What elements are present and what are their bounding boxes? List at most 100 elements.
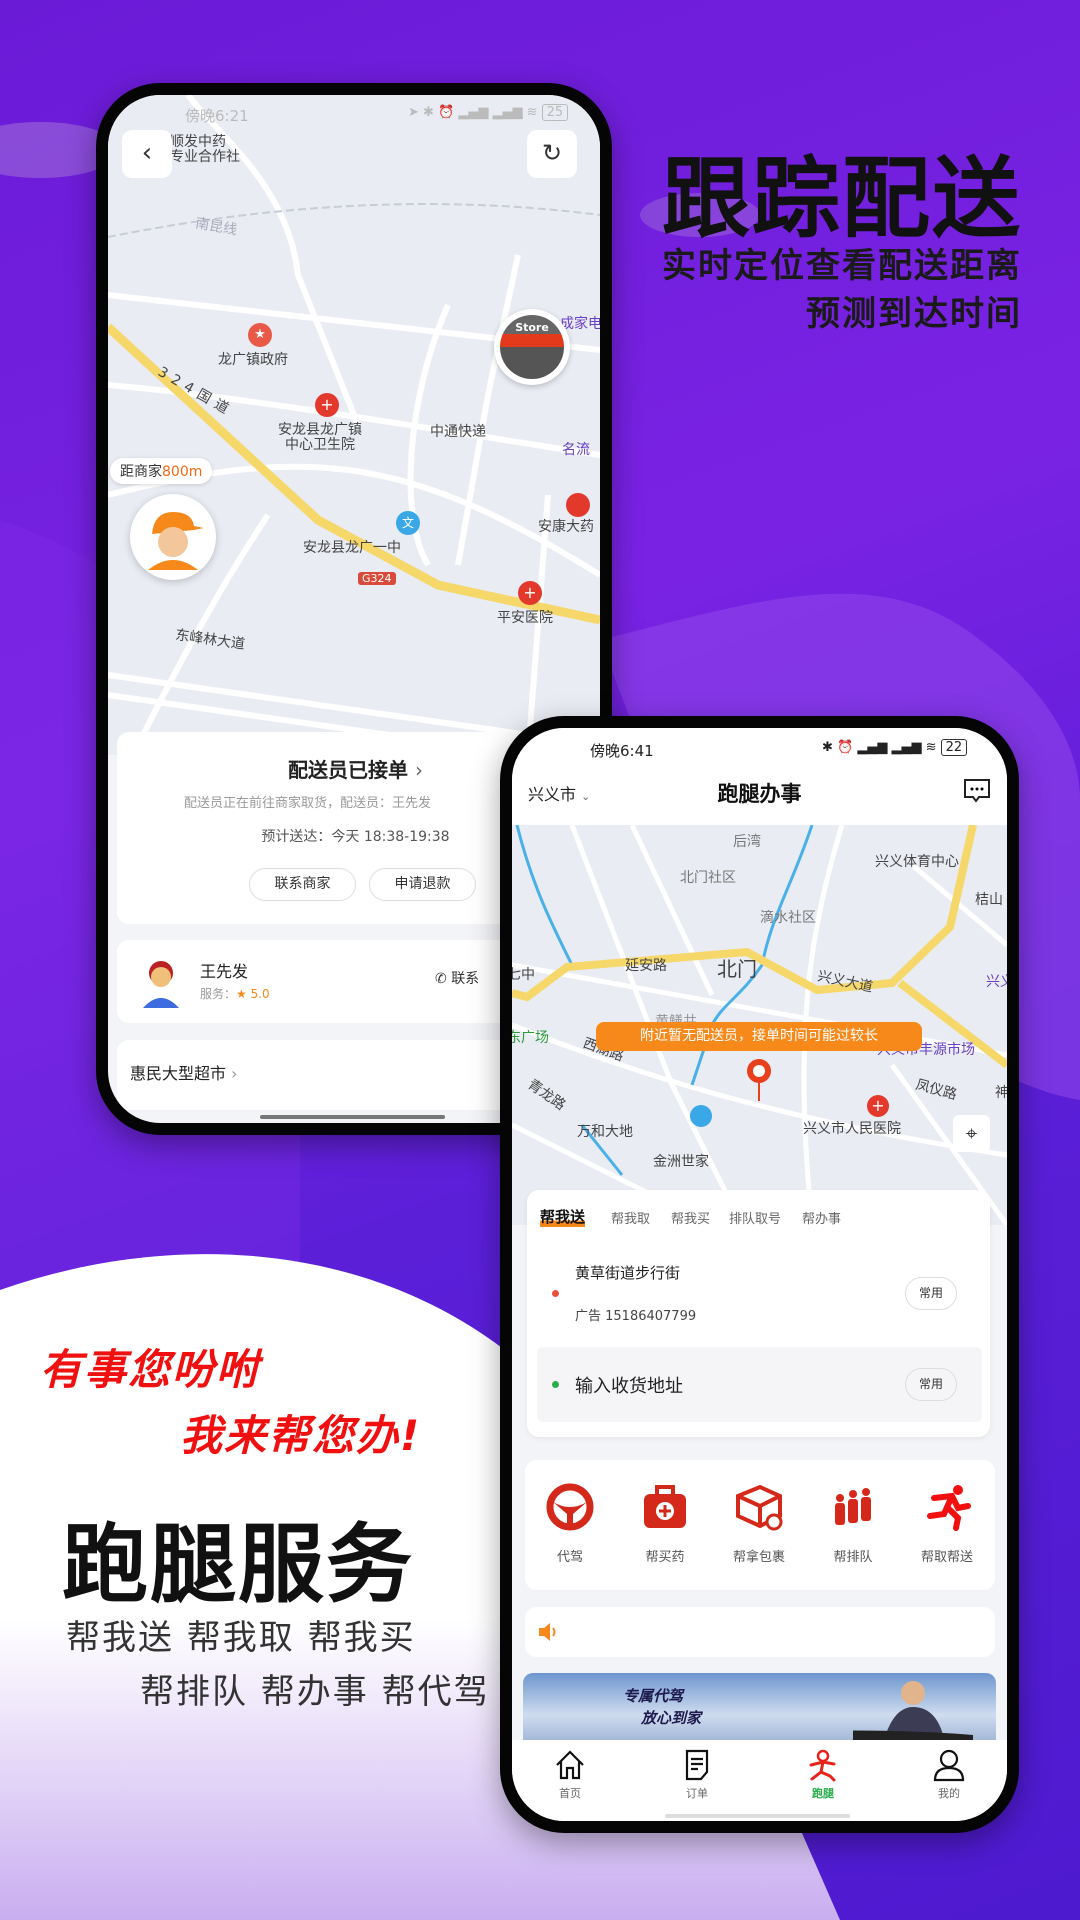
contact-rider-label: 联系 (451, 971, 480, 987)
service-title: 跑腿服务 (62, 1515, 414, 1615)
dropoff-dot (552, 1381, 559, 1388)
chevron-left-icon: ‹ (141, 138, 153, 168)
refresh-button[interactable]: ↻ (527, 130, 577, 178)
map-label: 安龙县龙广镇 中心卫生院 (278, 422, 362, 454)
map-label: 平安医院 (497, 610, 553, 626)
tab-profile[interactable]: 我的 (909, 1748, 989, 1801)
distance-value: 800m (162, 464, 203, 480)
user-icon (933, 1749, 965, 1782)
map-label: 名流 (562, 442, 590, 458)
map-label: 桔山 (975, 892, 1003, 908)
contact-merchant-button[interactable]: 联系商家 (249, 868, 356, 901)
location-pin-icon (747, 1059, 771, 1101)
phone-errand: 傍晚6:41 ✱ ⏰ ▂▄▆ ▂▄▆ ≋ 22 兴义市 ⌄ 跑腿办事 后湾 北门… (500, 716, 1019, 1833)
map-label: 安康大药 (538, 519, 594, 535)
service-label: 帮买药 (645, 1550, 685, 1565)
pickup-address[interactable]: 黄草街道步行街 (575, 1262, 680, 1283)
order-form-card: 帮我送 帮我取 帮我买 排队取号 帮办事 黄草街道步行街 广告 15186407… (527, 1190, 990, 1437)
tab-home[interactable]: 首页 (530, 1748, 610, 1801)
runner-icon (809, 1749, 836, 1782)
service-queue[interactable]: 帮排队 (808, 1482, 898, 1565)
map-label: 后湾 (733, 834, 761, 850)
hospital-pin-icon[interactable]: + (315, 393, 339, 417)
service-pick-deliver[interactable]: 帮取帮送 (902, 1482, 992, 1565)
distance-bubble: 距商家800m (110, 458, 213, 484)
pickup-dot (552, 1290, 559, 1297)
distance-label: 距商家 (120, 464, 162, 480)
pickup-contact: 广告 15186407799 (575, 1309, 697, 1324)
refund-button[interactable]: 申请退款 (369, 868, 476, 901)
contact-rider-button[interactable]: ✆ 联系 (435, 968, 479, 988)
ad-line-1: 专属代驾 (623, 1687, 684, 1705)
rating-label: 服务： (200, 987, 237, 1001)
crosshair-icon: ⌖ (965, 1121, 978, 1145)
tab-label: 订单 (686, 1787, 708, 1800)
locate-button[interactable]: ⌖ (953, 1115, 990, 1152)
residence-pin-icon[interactable] (690, 1105, 712, 1127)
tracking-map[interactable]: 傍晚6:21 ➤ ✱ ⏰ ▂▄▆ ▂▄▆ ≋ 25 顺发中药 专业合作社 南昆线… (108, 95, 600, 755)
service-driving[interactable]: 代驾 (525, 1482, 615, 1565)
ad-banner[interactable]: 专属代驾 放心到家 (523, 1673, 996, 1743)
store-icon: Store (500, 315, 564, 379)
home-icon (556, 1750, 584, 1780)
tab-pickup[interactable]: 帮我取 (611, 1208, 650, 1227)
tab-send[interactable]: 帮我送 (540, 1206, 586, 1227)
runner-icon (927, 1485, 971, 1531)
home-indicator (260, 1115, 445, 1119)
battery-indicator: 25 (541, 104, 569, 121)
map-label: 滴水社区 (760, 910, 816, 926)
order-status-title-text: 配送员已接单 (288, 758, 409, 782)
tab-orders[interactable]: 订单 (657, 1748, 737, 1801)
speaker-icon (539, 1623, 556, 1641)
bottom-tab-bar: 首页 订单 跑腿 我的 (512, 1740, 1007, 1821)
dropoff-input[interactable]: 输入收货地址 常用 (537, 1347, 982, 1422)
map-label: 延安路 (625, 958, 667, 974)
map-label: 北门 (717, 957, 757, 981)
hospital-pin-icon[interactable]: + (518, 581, 542, 605)
map-label: 中通快递 (430, 424, 486, 440)
map-label: 兴义市人民医院 (803, 1121, 901, 1137)
map-label: 金洲世家 (653, 1154, 709, 1170)
services-grid: 代驾 帮买药 帮拿包裹 帮排队 帮取帮送 (525, 1460, 995, 1590)
no-rider-notice: 附近暂无配送员，接单时间可能过较长 (596, 1022, 922, 1051)
battery-indicator: 22 (940, 739, 968, 756)
rider-rating: 服务：★ 5.0 (200, 985, 270, 1002)
map-label: 龙广镇政府 (218, 352, 288, 368)
status-icons: ✱ ⏰ ▂▄▆ ▂▄▆ ≋ 22 (822, 739, 968, 756)
driver-figure-icon (853, 1681, 973, 1743)
service-list-2: 帮排队 帮办事 帮代驾 (140, 1672, 490, 1712)
tab-queue[interactable]: 排队取号 (729, 1208, 781, 1227)
rider-marker[interactable] (130, 494, 216, 580)
map-label: 兴义 (986, 974, 1007, 990)
map-label: 七中 (512, 967, 535, 983)
tab-errand-active[interactable]: 跑腿 (783, 1748, 863, 1801)
dropoff-common-button[interactable]: 常用 (905, 1368, 957, 1401)
service-buy-medicine[interactable]: 帮买药 (620, 1482, 710, 1565)
service-list-1: 帮我送 帮我取 帮我买 (66, 1618, 416, 1658)
store-name: 惠民大型超市 › (130, 1060, 238, 1084)
tab-buy[interactable]: 帮我买 (671, 1208, 710, 1227)
announcement-bar[interactable] (525, 1607, 995, 1657)
hospital-pin-icon[interactable]: + (867, 1095, 889, 1117)
errand-screen: 傍晚6:41 ✱ ⏰ ▂▄▆ ▂▄▆ ≋ 22 兴义市 ⌄ 跑腿办事 后湾 北门… (512, 728, 1007, 1821)
order-status-subtitle: 配送员正在前往商家取货，配送员：王先发 (184, 796, 432, 811)
map-label: 北门社区 (680, 870, 736, 886)
pharmacy-pin-icon[interactable] (566, 493, 590, 517)
app-header: 傍晚6:41 ✱ ⏰ ▂▄▆ ▂▄▆ ≋ 22 兴义市 ⌄ 跑腿办事 (512, 728, 1007, 825)
tab-errand[interactable]: 帮办事 (802, 1208, 841, 1227)
back-button[interactable]: ‹ (122, 130, 172, 178)
errand-map[interactable]: 后湾 北门社区 滴水社区 兴义体育中心 桔山 延安路 北门 兴义大道 兴义 七中… (512, 825, 1007, 1225)
page-title: 跑腿办事 (717, 782, 802, 806)
message-icon[interactable] (963, 778, 991, 804)
pickup-common-button[interactable]: 常用 (905, 1277, 957, 1310)
home-indicator (665, 1814, 850, 1818)
school-pin-icon[interactable]: 文 (396, 511, 420, 535)
service-parcel[interactable]: 帮拿包裹 (714, 1482, 804, 1565)
order-icon (685, 1749, 709, 1781)
store-marker[interactable]: Store (494, 309, 570, 385)
map-label: 神 (995, 1085, 1007, 1101)
star-icon: ★ (236, 987, 247, 1001)
government-pin-icon[interactable]: ★ (248, 323, 272, 347)
rider-avatar-icon (148, 512, 204, 570)
map-label: 东广场 (512, 1030, 549, 1046)
